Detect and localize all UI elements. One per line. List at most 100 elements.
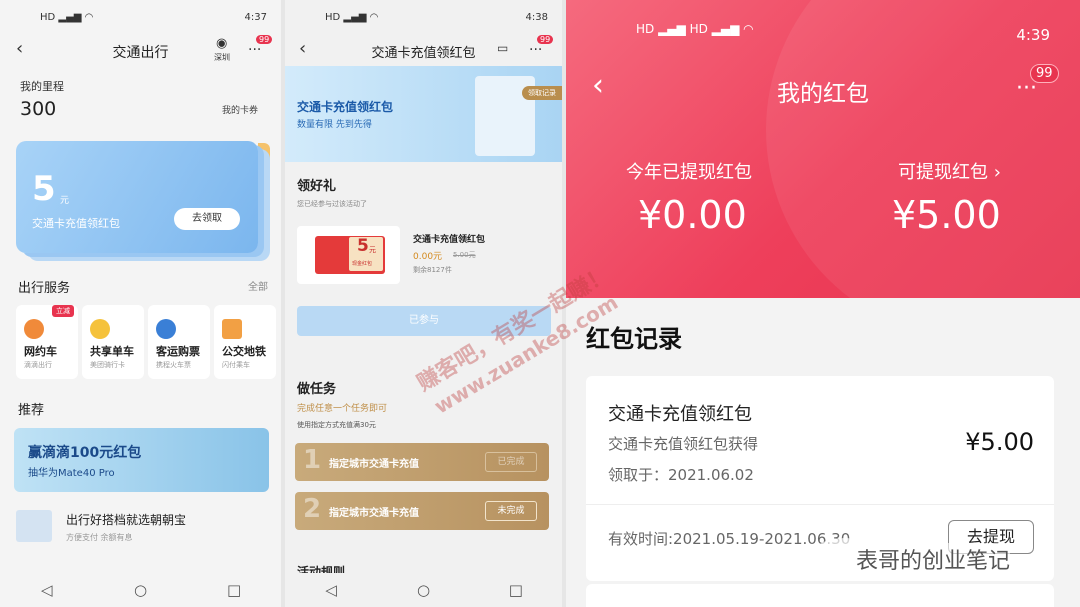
service-label: 客运购票 bbox=[156, 345, 200, 358]
gift-section-title: 领好礼 bbox=[297, 179, 337, 194]
task-status-button[interactable]: 已完成 bbox=[485, 452, 537, 472]
coupon-amount: 5 bbox=[357, 236, 369, 256]
task-label: 指定城市交通卡充值 bbox=[329, 459, 419, 470]
status-time: 4:39 bbox=[1016, 26, 1050, 44]
services-title: 出行服务 bbox=[18, 281, 71, 296]
location-pin-icon[interactable]: ◉ bbox=[216, 36, 227, 51]
card-stack-decoration bbox=[258, 143, 270, 247]
coupon-unit: 元 bbox=[369, 246, 376, 254]
list-item-title[interactable]: 出行好搭档就选朝朝宝 bbox=[66, 511, 186, 528]
nav-recents-icon[interactable]: □ bbox=[219, 581, 249, 599]
available-link[interactable]: 可提现红包 › bbox=[898, 158, 1001, 184]
message-badge: 99 bbox=[256, 35, 273, 44]
system-nav-bar: ◁ ○ □ bbox=[285, 573, 562, 607]
tasks-note: 使用指定方式充值满30元 bbox=[297, 421, 376, 429]
footer-credit: 表哥的创业笔记 bbox=[856, 543, 1011, 575]
service-sub: 携程火车票 bbox=[156, 361, 191, 369]
service-ride-hailing[interactable]: 立减 网约车 滴滴出行 bbox=[16, 305, 78, 379]
claim-button[interactable]: 去领取 bbox=[174, 208, 240, 230]
joined-hint: 您已经参与过该活动了 bbox=[297, 200, 367, 208]
record-date: 领取于：2021.06.02 bbox=[608, 466, 754, 484]
recommend-title: 推荐 bbox=[18, 403, 45, 418]
didi-icon bbox=[24, 319, 44, 339]
mileage-label: 我的里程 bbox=[20, 80, 64, 93]
status-signal: HD ▂▄▆ ◠ bbox=[325, 12, 379, 23]
status-time: 4:38 bbox=[525, 12, 548, 23]
record-amount: ¥5.00 bbox=[965, 428, 1034, 456]
hero-title: 交通卡充值领红包 bbox=[297, 100, 394, 114]
coupon-tag: 现金红包 bbox=[352, 261, 373, 267]
more-icon[interactable]: ··· bbox=[529, 42, 542, 58]
task-label: 指定城市交通卡充值 bbox=[329, 508, 419, 519]
list-item-sub: 方便支付 余额有息 bbox=[66, 533, 133, 542]
bike-icon bbox=[90, 319, 110, 339]
status-time: 4:37 bbox=[244, 12, 267, 23]
city-label[interactable]: 深圳 bbox=[214, 52, 230, 63]
promo-card[interactable]: 5 元 交通卡充值领红包 去领取 bbox=[16, 141, 258, 253]
service-label: 网约车 bbox=[24, 345, 57, 358]
task-item[interactable]: 1 指定城市交通卡充值 已完成 bbox=[295, 443, 549, 481]
campaign-hero: 交通卡充值领红包 数量有限 先到先得 领取记录 bbox=[285, 66, 562, 162]
screen-my-red-packets: HD ▂▄▆ HD ▂▄▆ ◠ 4:39 ‹ 我的红包 ··· 99 今年已提现… bbox=[566, 0, 1080, 607]
nav-recents-icon[interactable]: □ bbox=[501, 581, 531, 599]
withdrawn-label: 今年已提现红包 bbox=[626, 162, 752, 183]
coupon-image: 5 元 现金红包 bbox=[297, 226, 400, 284]
message-badge: 99 bbox=[1030, 64, 1059, 83]
records-title: 红包记录 bbox=[586, 325, 682, 353]
tasks-hint: 完成任意一个任务即可 bbox=[297, 404, 388, 414]
record-card-next bbox=[586, 584, 1054, 607]
task-status-button[interactable]: 未完成 bbox=[485, 501, 537, 521]
gift-remaining: 剩余8127件 bbox=[413, 266, 452, 274]
divider bbox=[586, 504, 1054, 505]
service-coach-ticket[interactable]: 客运购票 携程火车票 bbox=[148, 305, 210, 379]
claim-records-link[interactable]: 领取记录 bbox=[522, 86, 562, 100]
service-metro[interactable]: 公交地铁 闪付乘车 bbox=[214, 305, 276, 379]
service-sub: 滴滴出行 bbox=[24, 361, 52, 369]
recommend-banner[interactable]: 赢滴滴100元红包 抽华为Mate40 Pro bbox=[14, 428, 269, 492]
message-badge: 99 bbox=[537, 35, 554, 44]
tasks-section-title: 做任务 bbox=[297, 382, 337, 397]
record-name: 交通卡充值领红包 bbox=[608, 404, 752, 425]
service-bike[interactable]: 共享单车 美团骑行卡 bbox=[82, 305, 144, 379]
more-icon[interactable]: ··· bbox=[248, 42, 261, 58]
nav-back-icon[interactable]: ◁ bbox=[32, 581, 62, 599]
banner-title: 赢滴滴100元红包 bbox=[28, 445, 142, 461]
nav-home-icon[interactable]: ○ bbox=[408, 581, 438, 599]
nav-back-icon[interactable]: ◁ bbox=[316, 581, 346, 599]
task-item[interactable]: 2 指定城市交通卡充值 未完成 bbox=[295, 492, 549, 530]
page-title: 我的红包 bbox=[777, 81, 869, 107]
status-signal: HD ▂▄▆ HD ▂▄▆ ◠ bbox=[636, 22, 754, 36]
page-title: 交通出行 bbox=[112, 45, 169, 61]
gift-price: 0.00元 bbox=[413, 252, 443, 262]
ticket-icon bbox=[156, 319, 176, 339]
list-item-thumb bbox=[16, 510, 52, 542]
record-validity: 有效时间:2021.05.19-2021.06.30 bbox=[608, 530, 851, 548]
status-signal: HD ▂▄▆ ◠ bbox=[40, 12, 94, 23]
promo-unit: 元 bbox=[60, 196, 70, 206]
record-source: 交通卡充值领红包获得 bbox=[608, 435, 759, 453]
service-label: 公交地铁 bbox=[222, 345, 266, 358]
withdrawn-value: ¥0.00 bbox=[638, 193, 747, 237]
my-coupons-link[interactable]: 我的卡券 bbox=[222, 103, 258, 116]
promo-amount: 5 bbox=[32, 169, 56, 209]
gift-original-price: 5.00元 bbox=[453, 251, 476, 259]
task-number: 1 bbox=[303, 445, 322, 475]
services-all-link[interactable]: 全部 bbox=[248, 278, 268, 293]
header-background bbox=[566, 0, 1080, 340]
promo-desc: 交通卡充值领红包 bbox=[32, 217, 120, 230]
mileage-value: 300 bbox=[20, 98, 57, 120]
nav-home-icon[interactable]: ○ bbox=[125, 581, 155, 599]
available-value: ¥5.00 bbox=[892, 193, 1001, 237]
page-title: 交通卡充值领红包 bbox=[371, 46, 476, 61]
hero-sub: 数量有限 先到先得 bbox=[297, 120, 372, 130]
banner-sub: 抽华为Mate40 Pro bbox=[28, 468, 115, 479]
service-label: 共享单车 bbox=[90, 345, 134, 358]
gift-name: 交通卡充值领红包 bbox=[413, 235, 486, 245]
metro-icon bbox=[222, 319, 242, 339]
share-icon[interactable]: ▭ bbox=[497, 41, 508, 55]
available-label: 可提现红包 bbox=[898, 162, 988, 183]
discount-tag: 立减 bbox=[52, 305, 74, 317]
task-number: 2 bbox=[303, 494, 322, 524]
system-nav-bar: ◁ ○ □ bbox=[0, 573, 281, 607]
service-sub: 美团骑行卡 bbox=[90, 361, 125, 369]
